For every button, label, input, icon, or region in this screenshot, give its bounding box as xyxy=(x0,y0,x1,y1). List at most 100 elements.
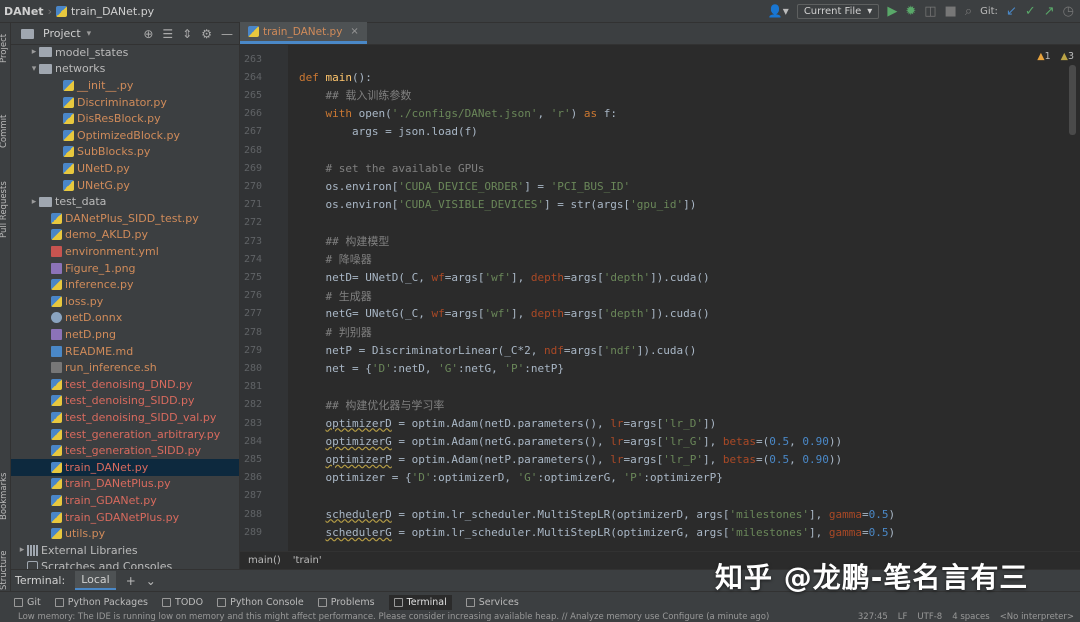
tree-file[interactable]: train_GDANetPlus.py xyxy=(11,509,239,526)
code-line[interactable]: 270 os.environ['CUDA_DEVICE_ORDER'] = 'P… xyxy=(240,177,1060,195)
add-terminal-button[interactable]: + xyxy=(126,574,136,588)
tree-file[interactable]: run_inference.sh xyxy=(11,359,239,376)
git-update-icon[interactable]: ↙ xyxy=(1006,5,1017,18)
caret-position[interactable]: 327:45 xyxy=(858,612,888,622)
tree-file[interactable]: DisResBlock.py xyxy=(11,110,239,127)
warning-count[interactable]: ▲1 xyxy=(1037,51,1050,62)
tool-terminal[interactable]: Terminal xyxy=(388,594,452,610)
code-line[interactable]: 273 ## 构建模型 xyxy=(240,232,1060,250)
code-line[interactable]: 266 with open('./configs/DANet.json', 'r… xyxy=(240,105,1060,123)
tree-file[interactable]: UNetD.py xyxy=(11,160,239,177)
code-line[interactable]: 264 def main(): xyxy=(240,68,1060,86)
tool-todo[interactable]: TODO xyxy=(162,597,203,608)
git-commit-icon[interactable]: ✓ xyxy=(1025,5,1036,18)
breadcrumb-file[interactable]: train_DANet.py xyxy=(71,5,154,18)
code-line[interactable]: 271 os.environ['CUDA_VISIBLE_DEVICES'] =… xyxy=(240,196,1060,214)
code-line[interactable]: 283 optimizerD = optim.Adam(netD.paramet… xyxy=(240,414,1060,432)
weak-warning-count[interactable]: ▲3 xyxy=(1061,51,1074,62)
tool-python-console[interactable]: Python Console xyxy=(217,597,304,608)
code-line[interactable]: 281 xyxy=(240,378,1060,396)
chevron-down-icon[interactable]: ▾ xyxy=(87,29,92,39)
tree-file[interactable]: train_DANetPlus.py xyxy=(11,476,239,493)
search-everywhere-icon[interactable]: ⌕ xyxy=(965,5,972,18)
breadcrumb-project[interactable]: DANet xyxy=(4,5,44,18)
gear-icon[interactable]: ⚙ xyxy=(201,27,212,41)
user-icon[interactable]: 👤▾ xyxy=(768,4,789,18)
code-line[interactable]: 265 ## 载入训练参数 xyxy=(240,86,1060,104)
tree-folder[interactable]: ▸ test_data xyxy=(11,193,239,210)
tool-git[interactable]: Git xyxy=(14,597,41,608)
tree-file[interactable]: README.md xyxy=(11,343,239,360)
locate-icon[interactable]: ⊕ xyxy=(143,27,153,41)
tree-file[interactable]: UNetG.py xyxy=(11,177,239,194)
run-icon[interactable]: ▶ xyxy=(887,5,897,18)
code-line[interactable]: 276 # 生成器 xyxy=(240,287,1060,305)
tree-file[interactable]: Scratches and Consoles xyxy=(11,559,239,569)
tree-file[interactable]: SubBlocks.py xyxy=(11,144,239,161)
chevron-right-icon[interactable]: ▸ xyxy=(17,545,27,555)
code-line[interactable]: 282 ## 构建优化器与学习率 xyxy=(240,396,1060,414)
code-line[interactable]: 289 schedulerG = optim.lr_scheduler.Mult… xyxy=(240,523,1060,541)
chevron-right-icon[interactable]: ▸ xyxy=(29,47,39,57)
tree-file[interactable]: demo_AKLD.py xyxy=(11,227,239,244)
status-message[interactable]: Low memory: The IDE is running low on me… xyxy=(18,612,769,622)
tree-file[interactable]: DANetPlus_SIDD_test.py xyxy=(11,210,239,227)
terminal-tab-local[interactable]: Local xyxy=(75,571,116,590)
tree-file[interactable]: environment.yml xyxy=(11,243,239,260)
tree-file[interactable]: train_DANet.py xyxy=(11,459,239,476)
code-line[interactable]: 268 xyxy=(240,141,1060,159)
code-line[interactable]: 272 xyxy=(240,214,1060,232)
collapse-all-icon[interactable]: ⇕ xyxy=(182,27,192,41)
strip-commit[interactable]: Commit xyxy=(0,115,9,148)
stop-icon[interactable]: ■ xyxy=(945,5,957,18)
tree-file[interactable]: Discriminator.py xyxy=(11,94,239,111)
close-icon[interactable]: × xyxy=(350,26,358,37)
tree-file[interactable]: netD.onnx xyxy=(11,310,239,327)
breadcrumb-function[interactable]: main() xyxy=(248,555,281,566)
tree-folder[interactable]: ▸ model_states xyxy=(11,44,239,61)
tree-file[interactable]: OptimizedBlock.py xyxy=(11,127,239,144)
inspection-widget[interactable]: ▲1 ▲3 xyxy=(1037,51,1074,62)
indent-setting[interactable]: 4 spaces xyxy=(952,612,989,622)
tree-file[interactable]: test_generation_SIDD.py xyxy=(11,442,239,459)
tree-file[interactable]: train_GDANet.py xyxy=(11,492,239,509)
strip-project[interactable]: Project xyxy=(0,34,9,63)
tool-python-packages[interactable]: Python Packages xyxy=(54,597,148,608)
git-history-icon[interactable]: ◷ xyxy=(1063,5,1074,18)
strip-bookmarks[interactable]: Bookmarks xyxy=(0,473,9,521)
chevron-down-icon[interactable]: ▾ xyxy=(29,64,39,74)
expand-all-icon[interactable]: ☰ xyxy=(162,27,173,41)
tree-file[interactable]: test_denoising_SIDD_val.py xyxy=(11,409,239,426)
interpreter-setting[interactable]: <No interpreter> xyxy=(1000,612,1074,622)
tree-file[interactable]: utils.py xyxy=(11,525,239,542)
code-line[interactable]: 286 optimizer = {'D':optimizerD, 'G':opt… xyxy=(240,469,1060,487)
hide-icon[interactable]: — xyxy=(221,27,233,41)
code-line[interactable]: 279 netP = DiscriminatorLinear(_C*2, ndf… xyxy=(240,341,1060,359)
code-line[interactable]: 267 args = json.load(f) xyxy=(240,123,1060,141)
strip-pull-requests[interactable]: Pull Requests xyxy=(0,181,9,238)
code-line[interactable]: 287 xyxy=(240,487,1060,505)
project-panel-title[interactable]: Project xyxy=(43,27,81,40)
tree-file[interactable]: test_denoising_SIDD.py xyxy=(11,393,239,410)
tree-file[interactable]: __init__.py xyxy=(11,77,239,94)
git-push-icon[interactable]: ↗ xyxy=(1044,5,1055,18)
code-line[interactable]: 269 # set the available GPUs xyxy=(240,159,1060,177)
tree-file[interactable]: ▸ External Libraries xyxy=(11,542,239,559)
tree-file[interactable]: netD.png xyxy=(11,326,239,343)
chevron-down-icon[interactable]: ⌄ xyxy=(146,574,156,588)
code-line[interactable]: 284 optimizerG = optim.Adam(netG.paramet… xyxy=(240,432,1060,450)
strip-structure[interactable]: Structure xyxy=(0,550,9,590)
editor-tab[interactable]: train_DANet.py × xyxy=(240,22,367,44)
code-line[interactable]: 275 netD= UNetD(_C, wf=args['wf'], depth… xyxy=(240,268,1060,286)
code-line[interactable]: 263 xyxy=(240,50,1060,68)
tree-file[interactable]: test_denoising_DND.py xyxy=(11,376,239,393)
tool-services[interactable]: Services xyxy=(465,597,519,608)
run-configuration-select[interactable]: Current File ▾ xyxy=(796,3,880,19)
breadcrumb-key[interactable]: 'train' xyxy=(293,555,322,566)
line-separator[interactable]: LF xyxy=(898,612,908,622)
code-line[interactable]: 288 schedulerD = optim.lr_scheduler.Mult… xyxy=(240,505,1060,523)
tree-file[interactable]: test_generation_arbitrary.py xyxy=(11,426,239,443)
code-editor[interactable]: 263 264 def main(): 265 ## 载入训练参数 266 with o… xyxy=(240,45,1080,551)
tool-problems[interactable]: Problems xyxy=(317,597,375,608)
code-line[interactable]: 277 netG= UNetG(_C, wf=args['wf'], depth… xyxy=(240,305,1060,323)
